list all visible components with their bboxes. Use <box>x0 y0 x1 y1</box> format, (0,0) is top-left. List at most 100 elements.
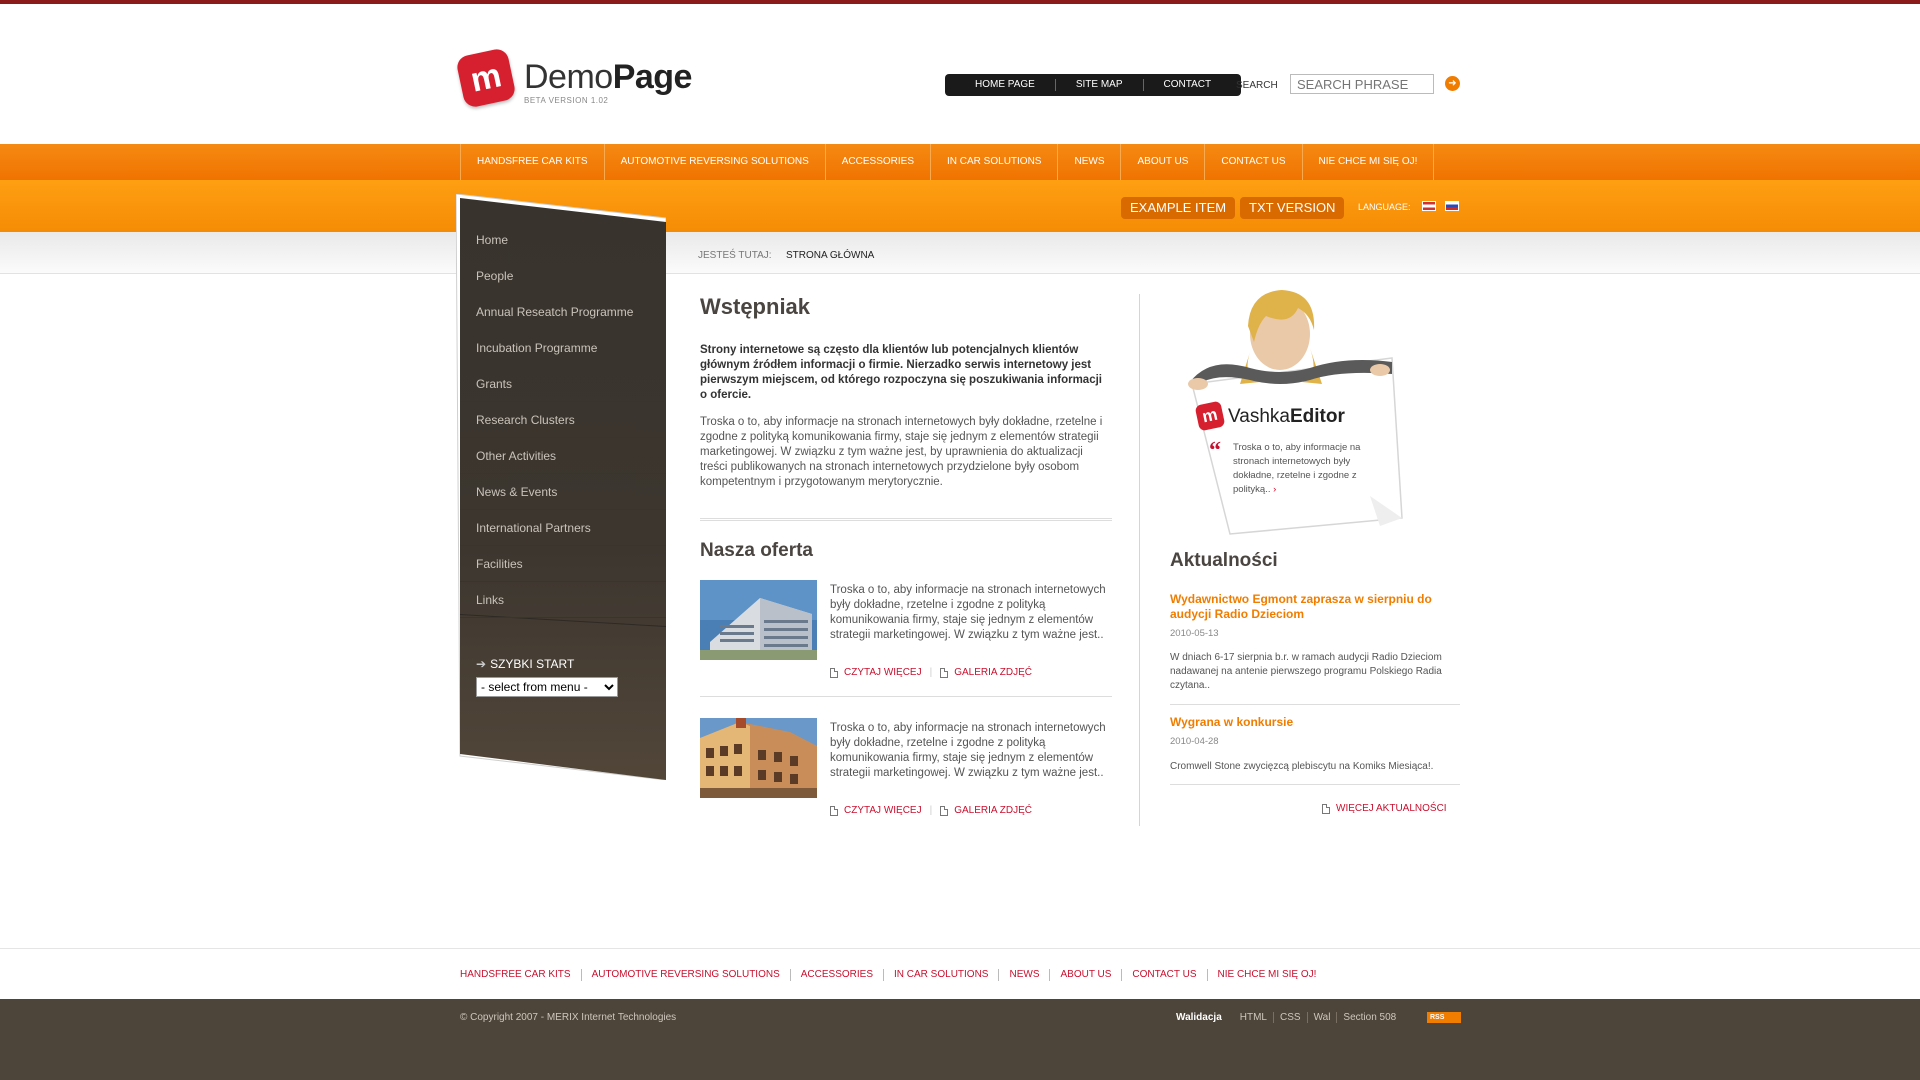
offer-links-2: CZYTAJ WIĘCEJ | GALERIA ZDJĘĆ <box>830 805 1032 816</box>
lead-paragraph: Strony internetowe są często dla klientó… <box>700 344 1102 401</box>
sidebar-item-other-activities[interactable]: Other Activities <box>460 438 666 474</box>
sidebar-item-international-partners[interactable]: International Partners <box>460 510 666 546</box>
nav-news[interactable]: NEWS <box>1058 144 1122 180</box>
footer-link-nie-chce[interactable]: NIE CHCE MI SIĘ OJ! <box>1206 969 1327 981</box>
news-divider <box>1170 704 1460 705</box>
nav-handsfree-car-kits[interactable]: HANDSFREE CAR KITS <box>461 144 605 180</box>
divider <box>700 696 1112 697</box>
main-nav: HANDSFREE CAR KITS AUTOMOTIVE REVERSING … <box>460 144 1435 180</box>
read-more-link[interactable]: CZYTAJ WIĘCEJ <box>830 667 922 678</box>
link-separator: | <box>929 805 933 816</box>
column-divider <box>1139 294 1140 826</box>
news-item-title[interactable]: Wydawnictwo Egmont zaprasza w sierpniu d… <box>1170 592 1460 622</box>
logo-version: BETA VERSION 1.02 <box>524 96 609 105</box>
sidebar-item-links[interactable]: Links <box>460 582 666 618</box>
nav-nie-chce[interactable]: NIE CHCE MI SIĘ OJ! <box>1303 144 1435 180</box>
quick-start-title: ➔ SZYBKI START <box>476 657 575 671</box>
news-item-date: 2010-05-13 <box>1170 628 1219 639</box>
editor-logo-icon: m <box>1194 400 1226 432</box>
news-divider <box>1170 784 1460 785</box>
offer-text-1: Troska o to, aby informacje na stronach … <box>830 584 1106 641</box>
sidebar-item-people[interactable]: People <box>460 258 666 294</box>
editor-name: VashkaEditor <box>1228 406 1345 427</box>
top-accent-line <box>0 0 1920 4</box>
read-more-link[interactable]: CZYTAJ WIĘCEJ <box>830 805 922 816</box>
footer-link-handsfree[interactable]: HANDSFREE CAR KITS <box>460 969 581 981</box>
validation-label: Walidacja <box>1176 1012 1222 1023</box>
flag-russian-icon[interactable] <box>1445 201 1459 211</box>
gallery-link[interactable]: GALERIA ZDJĘĆ <box>940 805 1032 816</box>
document-icon <box>1322 803 1330 814</box>
body-paragraph: Troska o to, aby informacje na stronach … <box>700 416 1103 488</box>
quick-start-select[interactable]: - select from menu - <box>476 677 618 697</box>
sidebar-item-facilities[interactable]: Facilities <box>460 546 666 582</box>
sidebar-item-incubation[interactable]: Incubation Programme <box>460 330 666 366</box>
more-news-link[interactable]: WIĘCEJ AKTUALNOŚCI <box>1322 803 1447 814</box>
breadcrumb-current: STRONA GŁÓWNA <box>786 250 875 261</box>
offer-links-1: CZYTAJ WIĘCEJ | GALERIA ZDJĘĆ <box>830 667 1032 678</box>
sidebar-item-research-clusters[interactable]: Research Clusters <box>460 402 666 438</box>
top-nav: HOME PAGE SITE MAP CONTACT <box>945 74 1242 96</box>
footer-link-automotive[interactable]: AUTOMOTIVE REVERSING SOLUTIONS <box>580 969 790 981</box>
footer-link-news[interactable]: NEWS <box>998 969 1049 981</box>
sidebar-item-news-events[interactable]: News & Events <box>460 474 666 510</box>
arrow-right-icon: ➔ <box>476 657 487 671</box>
rss-icon[interactable]: RSS <box>1427 1012 1461 1023</box>
divider <box>700 518 1112 521</box>
offer-text-2: Troska o to, aby informacje na stronach … <box>830 722 1106 779</box>
offer-image-building-modern[interactable] <box>700 580 817 660</box>
flag-english-icon[interactable] <box>1422 201 1436 211</box>
copyright: © Copyright 2007 - MERIX Internet Techno… <box>460 1012 677 1023</box>
logo-mark-icon: m <box>455 47 517 109</box>
validation-links: Walidacja HTML CSS Wal Section 508 <box>1176 1012 1402 1023</box>
breadcrumb-label: JESTEŚ TUTAJ: <box>698 250 772 261</box>
news-item-date: 2010-04-28 <box>1170 736 1219 747</box>
footer-bar <box>0 999 1920 1080</box>
sidebar-menu: Home People Annual Reseatch Programme In… <box>460 222 666 618</box>
topnav-contact[interactable]: CONTACT <box>1144 79 1232 91</box>
more-arrow-icon[interactable]: › <box>1273 484 1276 495</box>
validation-css[interactable]: CSS <box>1273 1012 1307 1023</box>
search-label: SEARCH <box>1236 80 1278 91</box>
document-icon <box>940 667 949 678</box>
nav-automotive-reversing[interactable]: AUTOMOTIVE REVERSING SOLUTIONS <box>605 144 826 180</box>
sub-bar <box>0 180 1920 232</box>
footer-link-in-car[interactable]: IN CAR SOLUTIONS <box>883 969 998 981</box>
quote-icon: “ <box>1209 438 1221 464</box>
footer-link-about[interactable]: ABOUT US <box>1049 969 1121 981</box>
document-icon <box>830 805 838 816</box>
validation-section-508[interactable]: Section 508 <box>1336 1012 1402 1023</box>
validation-wai[interactable]: Wal <box>1306 1012 1337 1023</box>
nav-in-car-solutions[interactable]: IN CAR SOLUTIONS <box>931 144 1059 180</box>
editor-quote: Troska o to, aby informacje na stronach … <box>1233 442 1361 495</box>
search-input[interactable] <box>1290 74 1434 94</box>
footer-link-accessories[interactable]: ACCESSORIES <box>789 969 883 981</box>
news-item-body: Cromwell Stone zwycięzcą plebiscytu na K… <box>1170 761 1434 772</box>
language-label: LANGUAGE: <box>1358 202 1411 212</box>
nav-contact-us[interactable]: CONTACT US <box>1205 144 1303 180</box>
footer-divider <box>0 948 1920 949</box>
offer-image-building-classic[interactable] <box>700 718 817 798</box>
topnav-site-map[interactable]: SITE MAP <box>1056 79 1144 91</box>
example-item-button[interactable]: EXAMPLE ITEM <box>1121 197 1236 219</box>
search-go-icon[interactable]: ➜ <box>1445 76 1460 91</box>
gallery-link[interactable]: GALERIA ZDJĘĆ <box>940 667 1032 678</box>
sidebar-item-grants[interactable]: Grants <box>460 366 666 402</box>
page-title: Wstępniak <box>700 294 811 319</box>
validation-html[interactable]: HTML <box>1234 1012 1273 1023</box>
news-item-body: W dniach 6-17 sierpnia b.r. w ramach aud… <box>1170 652 1442 691</box>
sidebar-item-home[interactable]: Home <box>460 222 666 258</box>
nav-accessories[interactable]: ACCESSORIES <box>826 144 932 180</box>
news-heading: Aktualności <box>1170 550 1278 571</box>
txt-version-button[interactable]: TXT VERSION <box>1240 197 1345 219</box>
breadcrumb-band <box>0 232 1920 274</box>
topnav-home-page[interactable]: HOME PAGE <box>955 79 1056 91</box>
logo-name: DemoPage <box>524 58 692 96</box>
sidebar-item-annual-research[interactable]: Annual Reseatch Programme <box>460 294 666 330</box>
document-icon <box>940 805 949 816</box>
footer-link-contact[interactable]: CONTACT US <box>1121 969 1206 981</box>
nav-about-us[interactable]: ABOUT US <box>1121 144 1206 180</box>
news-item-title[interactable]: Wygrana w konkursie <box>1170 715 1460 730</box>
footer-nav: HANDSFREE CAR KITS AUTOMOTIVE REVERSING … <box>460 969 1326 981</box>
site-logo[interactable]: m DemoPage BETA VERSION 1.02 <box>455 47 692 109</box>
